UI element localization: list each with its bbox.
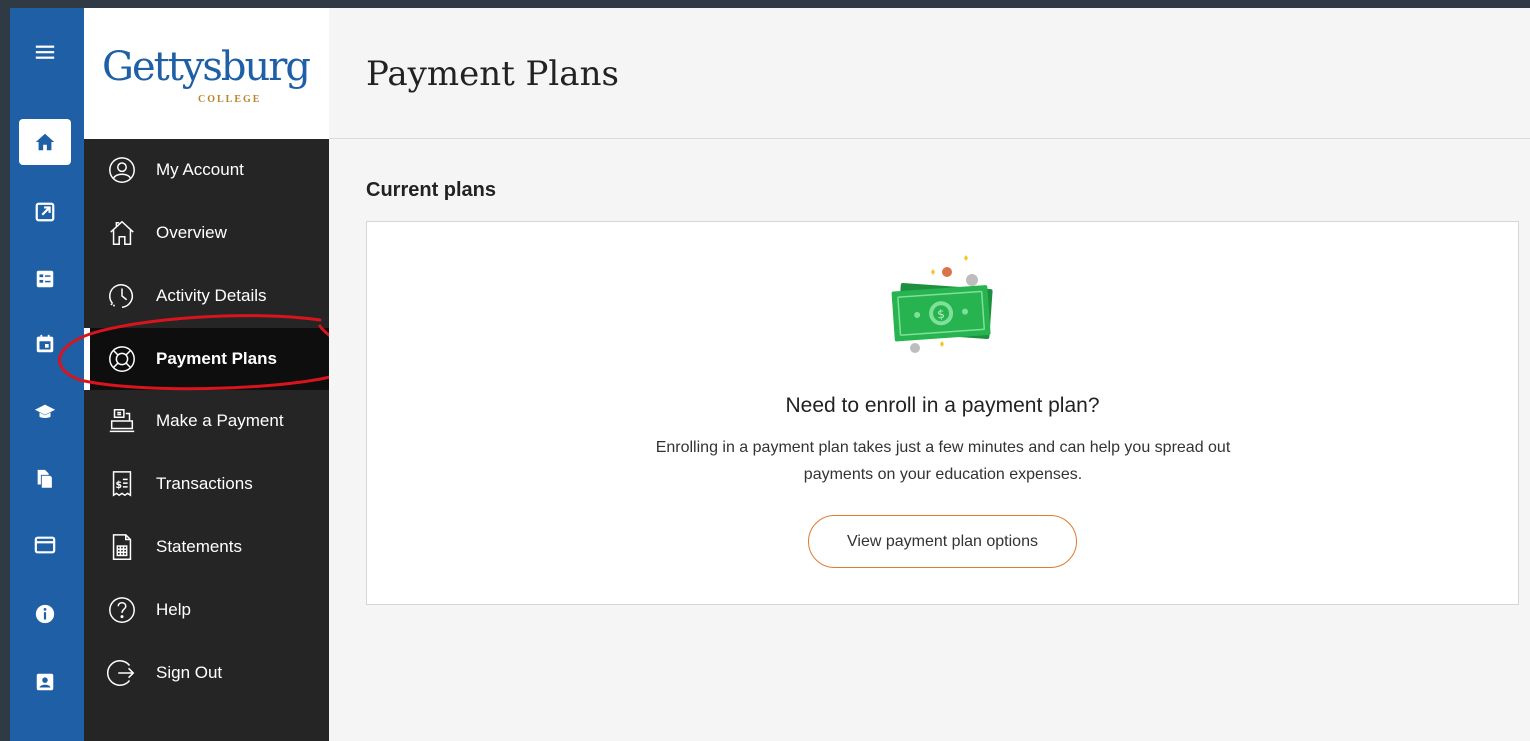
svg-text:$: $: [937, 307, 946, 321]
college-logo[interactable]: Gettysburg COLLEGE: [84, 8, 329, 139]
side-navigation: My Account Overview Activity Details Pay…: [84, 139, 329, 741]
svg-text:$: $: [115, 480, 122, 491]
help-circle-icon: [106, 594, 138, 626]
nav-label: Sign Out: [156, 663, 223, 682]
sign-out-icon: [106, 657, 138, 689]
nav-item-make-a-payment[interactable]: Make a Payment: [84, 390, 329, 452]
documents-icon[interactable]: [18, 455, 72, 503]
user-circle-icon: [106, 154, 138, 186]
icon-rail: [10, 8, 84, 741]
nav-item-overview[interactable]: Overview: [84, 202, 329, 264]
nav-item-my-account[interactable]: My Account: [84, 139, 329, 201]
calendar-icon[interactable]: [18, 320, 72, 368]
receipt-icon: $: [106, 468, 138, 500]
cash-register-icon: [106, 405, 138, 437]
nav-label: Help: [156, 600, 191, 619]
nav-item-help[interactable]: Help: [84, 579, 329, 641]
nav-label: Payment Plans: [156, 349, 277, 368]
logo-wordmark: Gettysburg: [102, 44, 311, 90]
graduation-cap-icon[interactable]: [18, 388, 72, 436]
nav-label: Activity Details: [156, 286, 267, 305]
lifebuoy-icon: [106, 343, 138, 375]
nav-item-transactions[interactable]: $ Transactions: [84, 453, 329, 515]
nav-label: My Account: [156, 160, 244, 179]
clock-icon: [106, 280, 138, 312]
external-link-icon[interactable]: [18, 188, 72, 236]
payment-plan-card: $ Need to enroll in a payment plan? Enro…: [366, 221, 1519, 605]
page-title: Payment Plans: [366, 54, 619, 94]
nav-label: Overview: [156, 223, 227, 242]
page-header: Payment Plans: [329, 8, 1530, 139]
credit-card-icon[interactable]: [18, 521, 72, 569]
logo-subtitle: COLLEGE: [198, 94, 262, 105]
info-icon[interactable]: [18, 590, 72, 638]
view-payment-plan-options-button[interactable]: View payment plan options: [808, 515, 1077, 568]
nav-item-statements[interactable]: Statements: [84, 516, 329, 578]
home-icon[interactable]: [18, 118, 72, 166]
list-icon[interactable]: [18, 255, 72, 303]
main-content: Payment Plans Current plans $ Need to en…: [329, 8, 1530, 741]
house-icon: [106, 217, 138, 249]
nav-label: Statements: [156, 537, 242, 556]
nav-label: Make a Payment: [156, 411, 284, 430]
nav-item-payment-plans[interactable]: Payment Plans: [84, 328, 329, 390]
menu-icon[interactable]: [18, 28, 72, 76]
nav-item-activity-details[interactable]: Activity Details: [84, 265, 329, 327]
card-description: Enrolling in a payment plan takes just a…: [655, 439, 1231, 483]
contact-card-icon[interactable]: [18, 658, 72, 706]
card-heading: Need to enroll in a payment plan?: [785, 394, 1100, 417]
section-title: Current plans: [366, 179, 497, 201]
money-illustration: $: [891, 255, 993, 353]
nav-item-sign-out[interactable]: Sign Out: [84, 642, 329, 704]
statement-icon: [106, 531, 138, 563]
nav-label: Transactions: [156, 474, 253, 493]
